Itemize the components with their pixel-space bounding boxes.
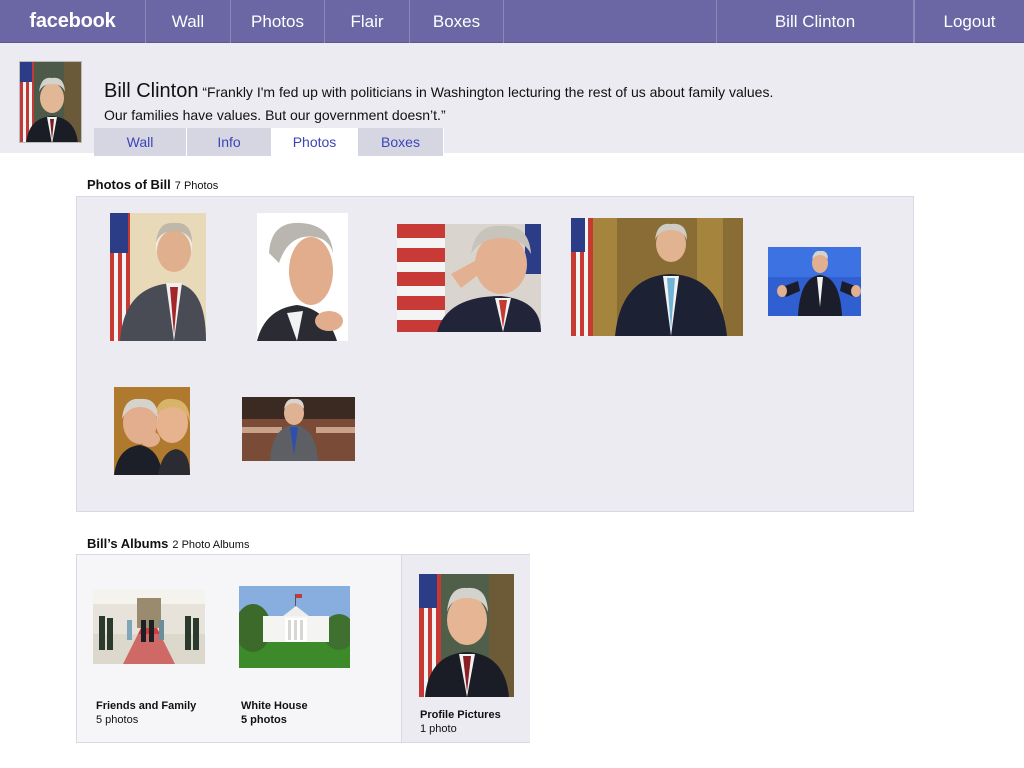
album-title[interactable]: Friends and Family [96, 700, 196, 712]
nav-wall[interactable]: Wall [146, 0, 231, 43]
tab-wall[interactable]: Wall [94, 128, 187, 156]
nav-boxes[interactable]: Boxes [410, 0, 504, 43]
tab-boxes[interactable]: Boxes [358, 128, 444, 156]
photo-image [768, 247, 861, 316]
nav-flair[interactable]: Flair [325, 0, 410, 43]
profile-avatar-image [20, 62, 81, 142]
albums-section-title: Bill’s Albums [87, 536, 169, 551]
album-cover-image [93, 590, 205, 664]
facebook-logo-link[interactable]: facebook [0, 0, 146, 43]
album-title[interactable]: White House [241, 700, 308, 712]
top-nav-bar: facebook Wall Photos Flair Boxes Bill Cl… [0, 0, 1024, 43]
photo-thumbnail[interactable] [257, 213, 348, 341]
photo-image [257, 213, 348, 341]
photo-thumbnail[interactable] [114, 387, 190, 475]
profile-name-and-quote: Bill Clinton “Frankly I'm fed up with po… [104, 80, 784, 127]
photos-section-heading: Photos of Bill 7 Photos [87, 177, 218, 192]
photo-image [571, 218, 743, 336]
album-photo-count: 5 photos [241, 714, 287, 726]
albums-count: 2 Photo Albums [172, 539, 250, 551]
photo-thumbnail[interactable] [110, 213, 206, 341]
photo-image [114, 387, 190, 475]
logout-button[interactable]: Logout [914, 0, 1024, 43]
nav-photos[interactable]: Photos [231, 0, 325, 43]
photos-count: 7 Photos [174, 180, 219, 192]
tab-info[interactable]: Info [187, 128, 272, 156]
albums-section-heading: Bill’s Albums 2 Photo Albums [87, 536, 249, 551]
album-cover[interactable] [419, 574, 514, 697]
album-photo-count: 5 photos [96, 714, 139, 726]
photos-section-title: Photos of Bill [87, 177, 171, 192]
photo-thumbnail[interactable] [768, 247, 861, 316]
album-cover-image [419, 574, 514, 697]
nav-user-name[interactable]: Bill Clinton [716, 0, 914, 43]
profile-name: Bill Clinton [104, 80, 199, 102]
photo-thumbnail[interactable] [242, 397, 355, 461]
photo-image [110, 213, 206, 341]
album-cover[interactable] [93, 590, 205, 664]
album-photo-count: 1 photo [420, 723, 457, 735]
album-title[interactable]: Profile Pictures [420, 709, 501, 721]
album-cover-image [239, 586, 350, 668]
tab-photos[interactable]: Photos [272, 128, 358, 156]
photo-image [397, 224, 541, 332]
profile-quote: “Frankly I'm fed up with politicians in … [104, 84, 774, 123]
photo-image [242, 397, 355, 461]
album-cover[interactable] [239, 586, 350, 668]
photo-thumbnail[interactable] [397, 224, 541, 332]
photo-thumbnail[interactable] [571, 218, 743, 336]
profile-avatar[interactable] [19, 61, 82, 143]
